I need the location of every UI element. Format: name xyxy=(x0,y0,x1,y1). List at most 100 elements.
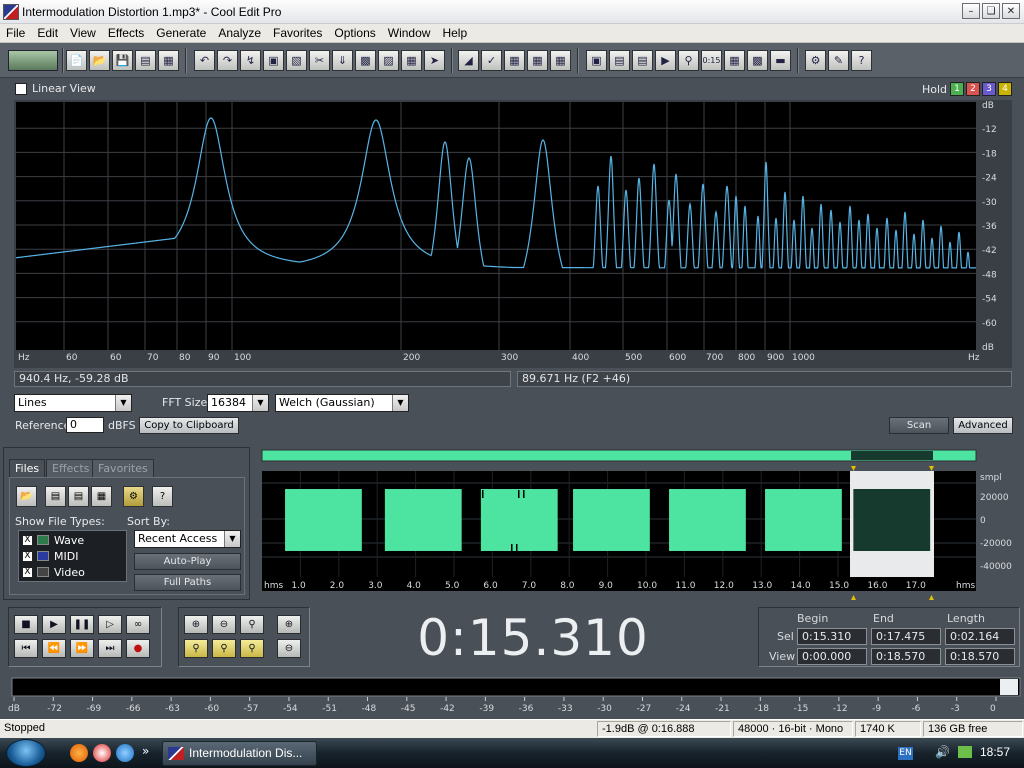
speaker-icon[interactable]: 🔊 xyxy=(935,745,950,759)
fast-forward-icon[interactable]: ⏩ xyxy=(70,639,94,658)
language-indicator[interactable]: EN xyxy=(898,747,913,760)
close-file-icon[interactable]: ▤ xyxy=(45,486,66,507)
copy-icon[interactable]: ▣ xyxy=(263,50,284,71)
scan-button[interactable]: Scan xyxy=(889,417,949,434)
settings-icon[interactable]: ✎ xyxy=(828,50,849,71)
tab-files[interactable]: Files xyxy=(9,459,46,477)
save-all-icon[interactable]: ▤ xyxy=(135,50,156,71)
zoom-out-vertical-icon[interactable]: ⊖ xyxy=(277,639,301,658)
undo-icon[interactable]: ↶ xyxy=(194,50,215,71)
grid-c-icon[interactable]: ▦ xyxy=(550,50,571,71)
redo-icon[interactable]: ↷ xyxy=(217,50,238,71)
open-file-icon[interactable]: 📂 xyxy=(89,50,110,71)
minimize-button[interactable]: – xyxy=(962,3,980,19)
insert-file-icon[interactable]: ▤ xyxy=(68,486,89,507)
menu-favorites[interactable]: Favorites xyxy=(267,26,328,40)
linear-view-checkbox[interactable] xyxy=(15,83,27,95)
quick-launch-more-icon[interactable]: » xyxy=(142,744,149,758)
go-to-end-icon[interactable]: ⏭ xyxy=(98,639,122,658)
mute-icon[interactable]: ➤ xyxy=(424,50,445,71)
sel-begin-field[interactable]: 0:15.310 xyxy=(797,628,867,645)
file-type-video[interactable]: X Video xyxy=(22,565,85,579)
tab-favorites[interactable]: Favorites xyxy=(92,459,154,477)
file-type-midi[interactable]: X MIDI xyxy=(22,549,78,563)
pause-icon[interactable]: ❚❚ xyxy=(70,615,94,634)
sel-length-field[interactable]: 0:02.164 xyxy=(945,628,1015,645)
plot-style-select[interactable]: Lines ▼ xyxy=(14,394,132,412)
selection-icon[interactable]: ▦ xyxy=(724,50,745,71)
menu-options[interactable]: Options xyxy=(328,26,381,40)
paste-new-icon[interactable]: ▩ xyxy=(355,50,376,71)
info-icon[interactable]: ▤ xyxy=(632,50,653,71)
zoom-in-icon[interactable]: ⊕ xyxy=(184,615,208,634)
sel-end-field[interactable]: 0:17.475 xyxy=(871,628,941,645)
help-icon[interactable]: ? xyxy=(851,50,872,71)
tab-effects[interactable]: Effects xyxy=(46,459,96,477)
copy-to-clipboard-button[interactable]: Copy to Clipboard xyxy=(139,417,239,434)
stop-icon[interactable]: ■ xyxy=(14,615,38,634)
loop-icon[interactable]: ∞ xyxy=(126,615,150,634)
wave-checkbox[interactable]: X xyxy=(22,534,33,546)
cut-icon[interactable]: ✂ xyxy=(309,50,330,71)
zoom-icon[interactable]: ⚲ xyxy=(678,50,699,71)
open-file-icon[interactable]: 📂 xyxy=(16,486,37,507)
video-checkbox[interactable]: X xyxy=(22,566,33,578)
menu-help[interactable]: Help xyxy=(436,26,473,40)
copy-new-icon[interactable]: ▧ xyxy=(286,50,307,71)
edit-file-icon[interactable]: ▦ xyxy=(91,486,112,507)
trim-icon[interactable]: ▦ xyxy=(401,50,422,71)
menu-analyze[interactable]: Analyze xyxy=(212,26,267,40)
fft-size-select[interactable]: 16384 ▼ xyxy=(207,394,269,412)
zoom-out-icon[interactable]: ⊖ xyxy=(212,615,236,634)
hold-button-2[interactable]: 2 xyxy=(966,82,980,96)
graphics-driver-icon[interactable] xyxy=(958,746,972,758)
spectrum-graph[interactable]: dB -12 -18 -24 -30 -36 -42 -48 -54 -60 dB Hz 60 60 70… xyxy=(14,100,1012,368)
status-bar-icon[interactable]: ▬ xyxy=(770,50,791,71)
save-icon[interactable]: 💾 xyxy=(112,50,133,71)
auto-play-button[interactable]: Auto-Play xyxy=(134,553,241,570)
yandex-icon[interactable] xyxy=(93,744,111,762)
menu-effects[interactable]: Effects xyxy=(102,26,150,40)
menu-generate[interactable]: Generate xyxy=(150,26,212,40)
record-icon[interactable]: ● xyxy=(126,639,150,658)
hold-button-1[interactable]: 1 xyxy=(950,82,964,96)
mix-paste-icon[interactable]: ▨ xyxy=(378,50,399,71)
view-begin-field[interactable]: 0:00.000 xyxy=(797,648,867,665)
zoom-left-icon[interactable]: ⚲ xyxy=(212,639,236,658)
organizer-icon[interactable]: ▤ xyxy=(609,50,630,71)
hold-button-3[interactable]: 3 xyxy=(982,82,996,96)
go-to-start-icon[interactable]: ⏮ xyxy=(14,639,38,658)
hold-button-4[interactable]: 4 xyxy=(998,82,1012,96)
spectral-view-icon[interactable]: ◢ xyxy=(458,50,479,71)
internet-explorer-icon[interactable] xyxy=(116,744,134,762)
snap-icon[interactable]: ✓ xyxy=(481,50,502,71)
window-function-select[interactable]: Welch (Gaussian) ▼ xyxy=(275,394,409,412)
view-end-field[interactable]: 0:18.570 xyxy=(871,648,941,665)
taskbar-item-cool-edit[interactable]: Intermodulation Dis... xyxy=(162,741,317,766)
sort-by-select[interactable]: Recent Access ▼ xyxy=(134,530,241,548)
advanced-button[interactable]: Advanced xyxy=(953,417,1013,434)
full-paths-button[interactable]: Full Paths xyxy=(134,574,241,591)
rewind-icon[interactable]: ⏪ xyxy=(42,639,66,658)
menu-file[interactable]: File xyxy=(0,26,31,40)
midi-checkbox[interactable]: X xyxy=(22,550,33,562)
waveform-display[interactable]: hms 1.0 2.0 3.0 4.0 5.0 6.0 7.0 8.0 9.0 10.0 11.0 12… xyxy=(256,447,1022,600)
multitrack-toggle-button[interactable] xyxy=(8,50,58,71)
window-icon[interactable]: ▣ xyxy=(586,50,607,71)
reference-input[interactable]: 0 xyxy=(66,417,104,433)
zoom-selection-icon[interactable]: ⚲ xyxy=(184,639,208,658)
firefox-icon[interactable] xyxy=(70,744,88,762)
menu-view[interactable]: View xyxy=(64,26,102,40)
options-icon[interactable]: ⚙ xyxy=(123,486,144,507)
close-button[interactable]: ✕ xyxy=(1002,3,1020,19)
zoom-in-vertical-icon[interactable]: ⊕ xyxy=(277,615,301,634)
grid-b-icon[interactable]: ▦ xyxy=(527,50,548,71)
zoom-right-icon[interactable]: ⚲ xyxy=(240,639,264,658)
view-length-field[interactable]: 0:18.570 xyxy=(945,648,1015,665)
repeat-command-icon[interactable]: ↯ xyxy=(240,50,261,71)
play-icon[interactable]: ▶ xyxy=(42,615,66,634)
transport-icon[interactable]: ▶ xyxy=(655,50,676,71)
restore-button[interactable]: ❏ xyxy=(982,3,1000,19)
level-meter-icon[interactable]: ▩ xyxy=(747,50,768,71)
file-type-wave[interactable]: X Wave xyxy=(22,533,84,547)
